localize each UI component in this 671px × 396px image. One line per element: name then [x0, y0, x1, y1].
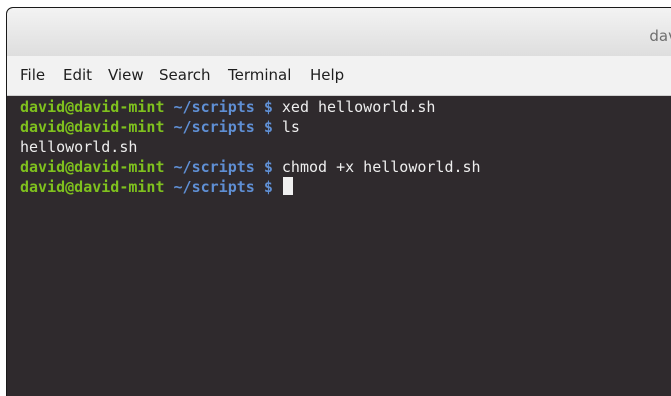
prompt-user: david@david-mint [20, 178, 165, 196]
prompt-path: ~/scripts $ [164, 98, 273, 116]
terminal-line: david@david-mint ~/scripts $ ls [20, 117, 671, 137]
prompt-path: ~/scripts $ [164, 118, 273, 136]
menu-view[interactable]: View [108, 66, 144, 84]
terminal-line: david@david-mint ~/scripts $ xed hellowo… [20, 97, 671, 117]
prompt-user: david@david-mint [20, 158, 165, 176]
terminal-line: helloworld.sh [20, 137, 671, 157]
terminal-line: david@david-mint ~/scripts $ chmod +x he… [20, 157, 671, 177]
menu-bar: File Edit View Search Terminal Help [7, 56, 671, 96]
terminal-output-area[interactable]: david@david-mint ~/scripts $ xed hellowo… [7, 96, 671, 396]
menu-help[interactable]: Help [310, 66, 344, 84]
command-text: ls [272, 118, 300, 136]
menu-edit[interactable]: Edit [63, 66, 92, 84]
prompt-user: david@david-mint [20, 118, 165, 136]
menu-terminal[interactable]: Terminal [228, 66, 291, 84]
prompt-path: ~/scripts $ [164, 158, 273, 176]
command-text: chmod +x helloworld.sh [272, 158, 481, 176]
menu-search[interactable]: Search [159, 66, 211, 84]
command-output: helloworld.sh [20, 138, 138, 156]
terminal-line: david@david-mint ~/scripts $ [20, 177, 671, 197]
command-text [273, 178, 282, 196]
terminal-cursor [282, 177, 293, 195]
command-text: xed helloworld.sh [272, 98, 436, 116]
terminal-window: dav File Edit View Search Terminal Help … [6, 7, 671, 396]
prompt-user: david@david-mint [20, 98, 165, 116]
menu-file[interactable]: File [20, 66, 45, 84]
prompt-path: ~/scripts $ [164, 178, 273, 196]
window-titlebar[interactable]: dav [7, 8, 671, 56]
window-title: dav [649, 27, 671, 45]
